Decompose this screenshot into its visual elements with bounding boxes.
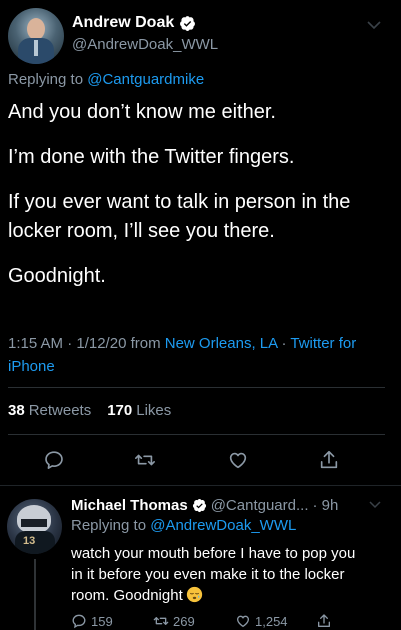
avatar-visor-shape — [21, 519, 47, 527]
thread-line — [34, 559, 36, 630]
reply-header: Michael Thomas @Cantguard... · 9h — [71, 497, 338, 514]
tweet-action-bar — [0, 449, 401, 473]
divider — [8, 387, 385, 388]
author-name[interactable]: Andrew Doak — [72, 14, 174, 32]
tweet-line: If you ever want to talk in person in th… — [8, 191, 351, 242]
replying-to-mention[interactable]: @AndrewDoak_WWL — [150, 517, 296, 534]
author-handle[interactable]: @AndrewDoak_WWL — [72, 36, 218, 53]
tweet-timestamp[interactable]: 1:15 AM · 1/12/20 from — [8, 335, 165, 352]
avatar-tie-shape — [34, 40, 38, 56]
avatar-head-shape — [27, 18, 45, 40]
tweet-line: And you don’t know me either. — [8, 101, 276, 123]
reply-author-handle[interactable]: @Cantguard... — [211, 497, 309, 514]
like-icon[interactable] — [235, 613, 251, 629]
reply-share-action[interactable] — [316, 613, 332, 629]
reply-author-avatar[interactable]: 13 — [7, 499, 62, 554]
verified-badge-icon — [192, 498, 206, 513]
chevron-down-icon[interactable] — [369, 501, 381, 509]
chevron-down-icon[interactable] — [367, 20, 381, 30]
sleepy-face-emoji — [186, 586, 202, 603]
like-icon[interactable] — [227, 449, 249, 471]
reply-count: 159 — [91, 613, 113, 629]
author-avatar[interactable] — [8, 8, 64, 64]
reply-retweet-action[interactable]: 269 — [153, 613, 195, 629]
reply-action-bar: 159 269 1,254 — [71, 613, 391, 630]
retweet-icon[interactable] — [134, 449, 156, 471]
retweet-icon[interactable] — [153, 613, 169, 629]
stats-gap — [95, 402, 103, 419]
retweet-count: 269 — [173, 613, 195, 629]
reply-age: · 9h — [312, 497, 339, 514]
share-icon[interactable] — [318, 449, 340, 471]
tweet-location[interactable]: New Orleans, LA — [165, 335, 278, 352]
engagement-stats: 38 Retweets 170 Likes — [8, 402, 171, 419]
meta-separator: · — [277, 335, 291, 352]
author-name-row[interactable]: Andrew Doak — [72, 14, 196, 32]
tweet-line: I’m done with the Twitter fingers. — [8, 146, 295, 168]
avatar-jersey-number: 13 — [23, 535, 36, 547]
tweet-line: Goodnight. — [8, 265, 106, 287]
reply-text-block: watch your mouth before I have to pop yo… — [71, 543, 371, 606]
main-tweet: Andrew Doak @AndrewDoak_WWL Replying to … — [0, 0, 401, 486]
retweets-count[interactable]: 38 — [8, 402, 25, 419]
retweets-label[interactable]: Retweets — [29, 402, 92, 419]
share-icon[interactable] — [316, 613, 332, 629]
replying-to-mention[interactable]: @Cantguardmike — [87, 71, 204, 88]
replying-to-line: Replying to @Cantguardmike — [8, 71, 204, 88]
tweet-meta: 1:15 AM · 1/12/20 from New Orleans, LA ·… — [8, 332, 393, 378]
divider — [8, 434, 385, 435]
tweet-text: And you don’t know me either. I’m done w… — [8, 98, 393, 307]
reply-reply-action[interactable]: 159 — [71, 613, 113, 629]
likes-count[interactable]: 170 — [107, 402, 132, 419]
replying-to-prefix: Replying to — [71, 517, 147, 534]
reply-icon[interactable] — [71, 613, 87, 629]
replying-to-prefix: Replying to — [8, 71, 84, 88]
reply-like-action[interactable]: 1,254 — [235, 613, 288, 629]
verified-badge-icon — [180, 15, 196, 31]
reply-replying-to-line: Replying to @AndrewDoak_WWL — [71, 517, 296, 534]
likes-label[interactable]: Likes — [136, 402, 171, 419]
reply-text: watch your mouth before I have to pop yo… — [71, 545, 356, 604]
reply-tweet[interactable]: 13 Michael Thomas @Cantguard... · 9h Rep… — [0, 487, 401, 630]
reply-author-name[interactable]: Michael Thomas — [71, 497, 188, 514]
like-count: 1,254 — [255, 613, 288, 629]
reply-icon[interactable] — [43, 449, 65, 471]
tweet-detail-page: Andrew Doak @AndrewDoak_WWL Replying to … — [0, 0, 401, 630]
